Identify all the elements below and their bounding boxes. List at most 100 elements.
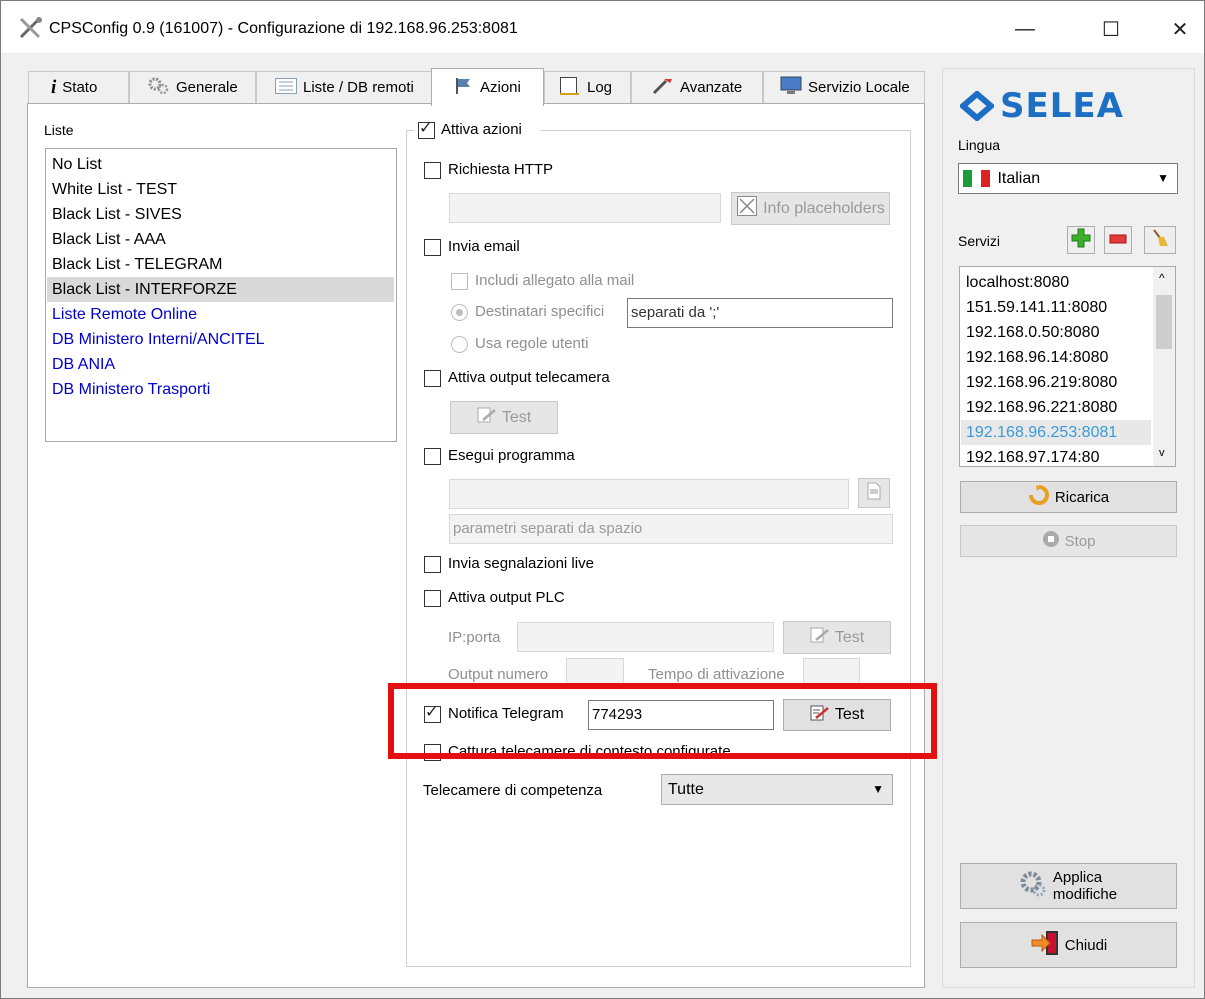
send-email-checkbox[interactable] [424,239,441,256]
broom-icon [1150,228,1170,253]
minimize-button[interactable]: — [1002,11,1048,47]
list-item-selected[interactable]: Black List - INTERFORZE [52,277,237,302]
cameras-label: Telecamere di competenza [423,782,603,799]
send-email-label: Invia email [448,238,520,255]
list-item-link[interactable]: DB Ministero Interni/ANCITEL [52,327,265,352]
http-request-checkbox[interactable] [424,162,441,179]
tab-label: Generale [176,79,238,96]
apply-changes-button[interactable]: Applica modifiche [960,863,1177,909]
reload-button[interactable]: Ricarica [960,481,1177,513]
highlight-annotation [388,683,937,759]
program-path-field[interactable] [449,479,849,509]
tab-label: Liste / DB remoti [303,79,414,96]
monitor-icon [780,76,802,100]
user-rules-label: Usa regole utenti [475,335,589,352]
tab-liste-db-remoti[interactable]: Liste / DB remoti [256,71,432,103]
http-url-field[interactable] [449,193,721,223]
scroll-down-icon[interactable]: v [1159,447,1165,459]
info-icon: i [51,76,57,98]
list-item[interactable]: No List [52,152,102,177]
list-item[interactable]: Black List - TELEGRAM [52,252,222,277]
recipients-input[interactable]: separati da ';' [627,298,893,328]
minimize-icon: — [1015,17,1035,40]
maximize-button[interactable]: ☐ [1088,11,1134,47]
camera-output-label: Attiva output telecamera [448,369,610,386]
include-attachment-checkbox[interactable] [451,273,468,290]
services-label: Servizi [958,233,1001,249]
camera-test-button[interactable]: Test [450,401,558,434]
run-program-checkbox[interactable] [424,448,441,465]
service-item[interactable]: 192.168.96.14:8080 [966,345,1108,370]
list-item[interactable]: Black List - SIVES [52,202,182,227]
close-label: Chiudi [1064,936,1108,954]
title-bar: CPSConfig 0.9 (161007) - Configurazione … [1,1,1204,53]
scrollbar-thumb[interactable] [1156,295,1172,349]
close-icon: ✕ [1171,18,1189,41]
list-item[interactable]: Black List - AAA [52,227,166,252]
plc-output-checkbox[interactable] [424,590,441,607]
plus-icon [1071,228,1091,253]
apply-label-line1: Applica [1052,869,1103,886]
service-item[interactable]: 192.168.96.221:8080 [966,395,1117,420]
tab-stato[interactable]: i Stato [28,71,129,103]
tab-avanzate[interactable]: Avanzate [631,71,763,103]
camera-output-checkbox[interactable] [424,370,441,387]
service-item[interactable]: 192.168.96.219:8080 [966,370,1117,395]
specific-recipients-radio[interactable] [451,304,468,321]
list-icon [275,77,297,98]
cameras-dropdown[interactable]: Tutte ▼ [661,774,893,805]
scroll-up-icon[interactable]: ^ [1159,271,1165,285]
tools-app-icon [19,17,42,39]
live-reports-checkbox[interactable] [424,556,441,573]
list-item-link[interactable]: DB ANIA [52,352,115,377]
reload-icon [1028,485,1050,509]
add-service-button[interactable] [1067,226,1095,254]
language-dropdown[interactable]: Italian ▼ [958,163,1178,194]
browse-program-button[interactable] [858,478,890,508]
selea-logo-icon [960,91,994,121]
close-button[interactable]: Chiudi [960,922,1177,968]
list-item[interactable]: White List - TEST [52,177,177,202]
service-item[interactable]: localhost:8080 [966,270,1069,295]
services-scrollbar[interactable]: ^ v [1153,267,1175,466]
service-item[interactable]: 192.168.97.174:80 [966,445,1099,470]
tab-generale[interactable]: Generale [129,71,256,103]
stop-icon [1042,530,1060,552]
close-window-button[interactable]: ✕ [1157,11,1203,47]
ip-port-field[interactable] [517,622,774,652]
tab-servizio-locale[interactable]: Servizio Locale [763,71,925,103]
stop-button[interactable]: Stop [960,525,1177,557]
lists-listbox[interactable]: No List White List - TEST Black List - S… [45,148,397,442]
plc-test-button[interactable]: Test [783,621,891,654]
log-icon [559,76,581,100]
tab-label: Log [587,79,613,96]
output-number-label: Output numero [448,666,549,683]
remove-service-button[interactable] [1104,226,1132,254]
service-item-selected[interactable]: 192.168.96.253:8081 [966,420,1117,445]
info-placeholders-button[interactable]: Info placeholders [731,192,890,225]
list-item-link[interactable]: DB Ministero Trasporti [52,377,210,402]
clear-services-button[interactable] [1144,226,1176,254]
tab-azioni[interactable]: Azioni [431,68,544,106]
cameras-value: Tutte [668,781,704,798]
list-item-link[interactable]: Liste Remote Online [52,302,197,327]
program-params-field[interactable]: parametri separati da spazio [449,514,893,544]
service-item[interactable]: 192.168.0.50:8080 [966,320,1099,345]
tab-label: Servizio Locale [808,79,910,96]
stop-label: Stop [1064,532,1096,550]
enable-actions-checkbox[interactable]: ✓ [418,120,435,139]
enable-actions-label: Attiva azioni [441,121,522,138]
exit-door-icon [1030,930,1060,960]
activation-time-label: Tempo di attivazione [648,666,785,683]
tab-label: Avanzate [680,79,743,96]
test-icon [810,626,830,649]
services-listbox[interactable]: localhost:8080 151.59.141.11:8080 192.16… [959,266,1176,467]
user-rules-radio[interactable] [451,336,468,353]
service-item[interactable]: 151.59.141.11:8080 [966,295,1107,320]
test-icon [477,406,497,429]
tab-log[interactable]: Log [544,71,631,103]
plc-test-label: Test [834,628,865,646]
language-value: Italian [997,170,1041,187]
logo-text: SELEA [1000,86,1124,126]
plc-output-label: Attiva output PLC [448,589,565,606]
